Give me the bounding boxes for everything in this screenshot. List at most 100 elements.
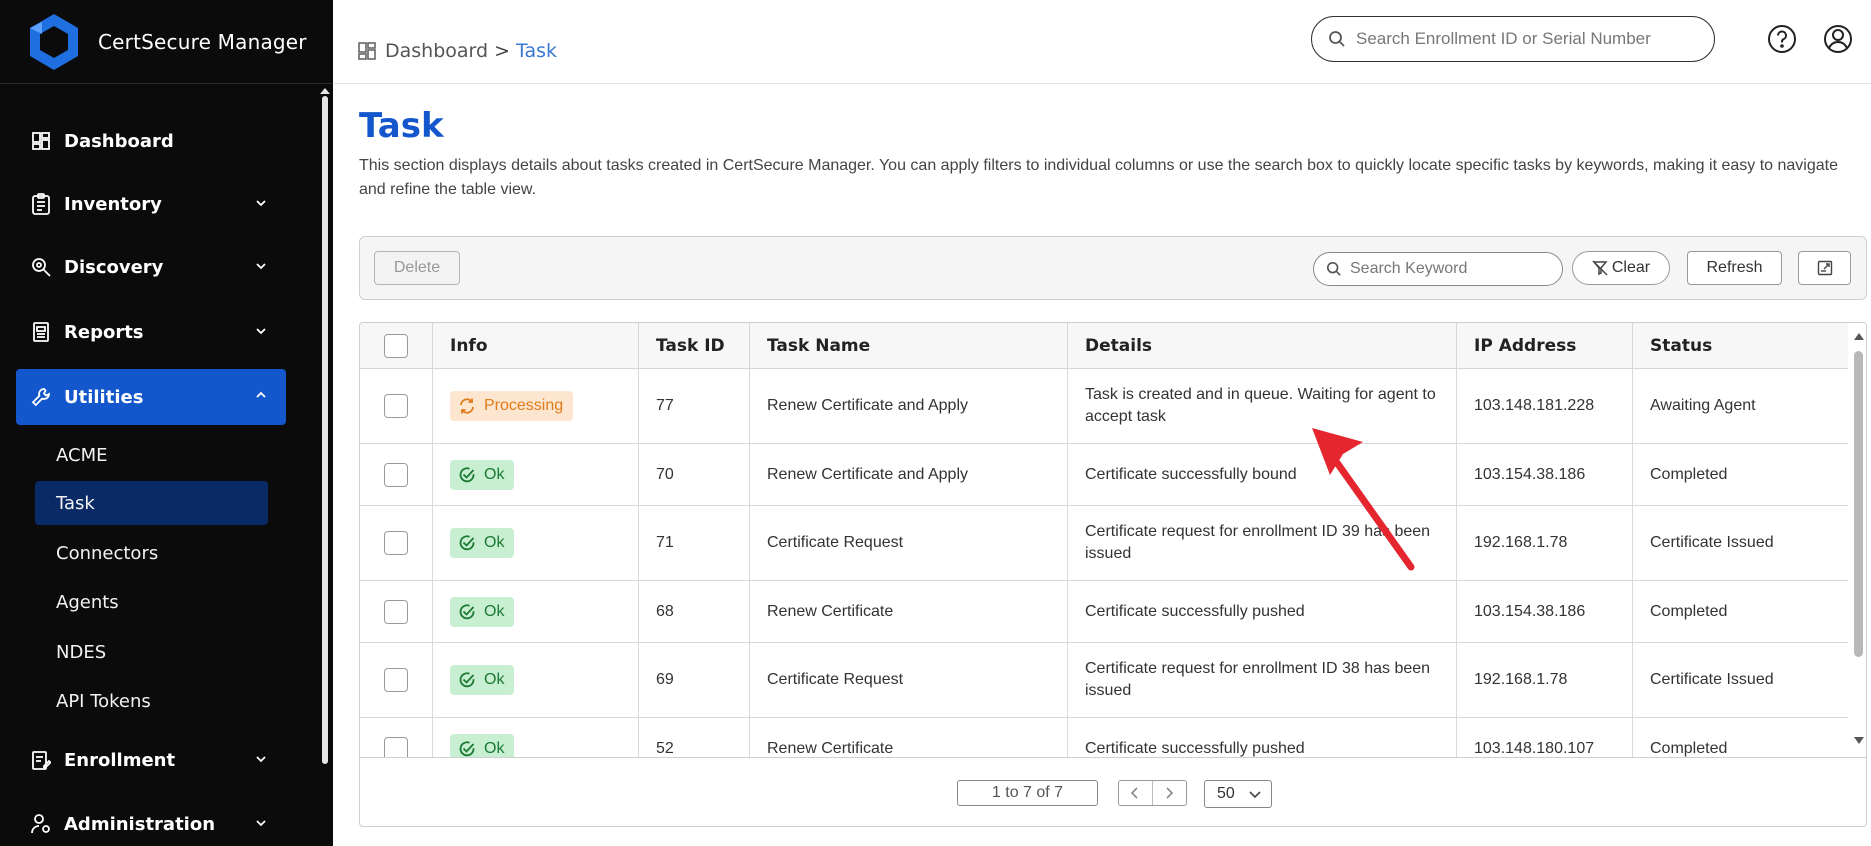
refresh-button[interactable]: Refresh <box>1687 251 1782 285</box>
status-cell: Completed <box>1650 739 1728 757</box>
scroll-down-icon[interactable] <box>1854 737 1864 744</box>
column-header-status[interactable]: Status <box>1633 323 1848 369</box>
row-select-cell <box>360 718 433 757</box>
page-size-select[interactable]: 50 <box>1204 780 1272 808</box>
row-checkbox[interactable] <box>384 599 408 624</box>
scrollbar-thumb[interactable] <box>1854 351 1863 657</box>
sidebar-item-reports[interactable]: Reports <box>16 305 286 359</box>
pagination-buttons <box>1118 780 1187 806</box>
certsecure-logo-icon <box>30 13 78 70</box>
chevron-up-icon <box>256 391 266 398</box>
info-cell: Ok <box>433 718 639 757</box>
dashboard-icon <box>30 130 52 152</box>
column-header-label: Task Name <box>767 336 871 356</box>
table-row[interactable]: Processing 77 Renew Certificate and Appl… <box>360 369 1848 444</box>
task-name-cell: Certificate Request <box>750 643 1068 717</box>
info-cell: Ok <box>433 643 639 717</box>
sidebar-subitem-ndes[interactable]: NDES <box>35 630 268 674</box>
brand[interactable]: CertSecure Manager <box>0 0 333 84</box>
ip-address-cell: 103.148.180.107 <box>1457 718 1633 757</box>
sidebar-item-label: Utilities <box>64 386 144 408</box>
task-id-cell: 69 <box>639 643 750 717</box>
status-badge-ok: Ok <box>450 733 515 757</box>
table-scrollbar[interactable] <box>1850 323 1866 757</box>
info-cell: Ok <box>433 506 639 580</box>
export-button[interactable] <box>1798 251 1851 285</box>
row-select-cell <box>360 444 433 505</box>
prev-page-button[interactable] <box>1119 781 1153 805</box>
badge-label: Ok <box>484 465 505 483</box>
details-cell: Certificate successfully pushed <box>1068 718 1457 757</box>
sidebar-subitem-label: Task <box>56 492 95 514</box>
sidebar-subitem-connectors[interactable]: Connectors <box>35 531 268 575</box>
column-header-details[interactable]: Details <box>1068 323 1457 369</box>
column-header-label: Info <box>450 336 488 356</box>
sidebar-scroll-up-icon[interactable] <box>320 88 330 94</box>
table-row[interactable]: Ok 70 Renew Certificate and Apply Certif… <box>360 444 1848 506</box>
badge-label: Ok <box>484 534 505 551</box>
sidebar-item-inventory[interactable]: Inventory <box>16 177 286 231</box>
column-header-info[interactable]: Info <box>433 323 639 369</box>
row-checkbox[interactable] <box>384 531 408 555</box>
ip-address-cell: 103.154.38.186 <box>1457 581 1633 642</box>
column-header-task-name[interactable]: Task Name <box>750 323 1068 369</box>
sidebar-item-utilities[interactable]: Utilities <box>16 369 286 425</box>
row-checkbox[interactable] <box>384 462 408 487</box>
sidebar-subitem-agents[interactable]: Agents <box>35 580 268 624</box>
sidebar: CertSecure Manager Dashboard Inventory D… <box>0 0 333 846</box>
clear-filter-button[interactable]: Clear <box>1572 251 1670 285</box>
table-row[interactable]: Ok 52 Renew Certificate Certificate succ… <box>360 718 1848 757</box>
page-description: This section displays details about task… <box>359 157 1838 198</box>
details-cell: Certificate successfully pushed <box>1068 581 1457 642</box>
sidebar-item-dashboard[interactable]: Dashboard <box>16 114 286 168</box>
task-name-cell: Renew Certificate <box>750 718 1068 757</box>
breadcrumb-current: Task <box>516 40 558 62</box>
column-header-task-id[interactable]: Task ID <box>639 323 750 369</box>
user-gear-icon <box>30 813 52 835</box>
sidebar-item-discovery[interactable]: Discovery <box>16 240 286 294</box>
user-profile-icon[interactable] <box>1823 24 1853 54</box>
breadcrumb-dashboard-link[interactable]: Dashboard <box>385 40 488 62</box>
help-icon[interactable] <box>1767 24 1797 54</box>
enrollment-search-input[interactable] <box>1356 29 1696 49</box>
details-cell: Certificate request for enrollment ID 38… <box>1068 643 1457 717</box>
row-checkbox[interactable] <box>384 668 408 692</box>
chevron-left-icon <box>1131 787 1138 799</box>
sidebar-subitem-acme[interactable]: ACME <box>35 433 268 477</box>
refresh-button-label: Refresh <box>1706 259 1763 276</box>
row-checkbox[interactable] <box>384 736 408 757</box>
status-badge-processing: Processing <box>450 391 574 421</box>
enrollment-search-box[interactable] <box>1311 16 1715 62</box>
sidebar-subitem-task[interactable]: Task <box>35 481 268 525</box>
table-row[interactable]: Ok 68 Renew Certificate Certificate succ… <box>360 581 1848 643</box>
chevron-down-icon <box>1249 791 1261 799</box>
chevron-down-icon <box>256 263 266 270</box>
sidebar-item-enrollment[interactable]: Enrollment <box>16 733 286 787</box>
ip-address-cell: 103.154.38.186 <box>1457 444 1633 505</box>
table-row[interactable]: Ok 69 Certificate Request Certificate re… <box>360 643 1848 718</box>
dashboard-icon <box>358 42 376 60</box>
sidebar-subitem-label: Agents <box>56 591 119 613</box>
sidebar-subitem-api-tokens[interactable]: API Tokens <box>35 679 268 723</box>
badge-label: Ok <box>484 602 505 620</box>
status-badge-ok: Ok <box>450 528 515 558</box>
status-cell: Awaiting Agent <box>1650 397 1756 414</box>
sidebar-item-label: Enrollment <box>64 749 176 771</box>
sidebar-item-label: Reports <box>64 321 144 343</box>
select-all-checkbox[interactable] <box>384 334 408 358</box>
wrench-icon <box>30 386 52 408</box>
sidebar-item-administration[interactable]: Administration <box>16 797 286 846</box>
delete-button[interactable]: Delete <box>374 251 460 285</box>
table-row[interactable]: Ok 71 Certificate Request Certificate re… <box>360 506 1848 581</box>
sidebar-scrollbar[interactable] <box>322 96 328 764</box>
badge-label: Ok <box>484 671 505 688</box>
table-toolbar: Delete Clear Refresh <box>359 236 1867 300</box>
keyword-search-box[interactable] <box>1313 252 1563 286</box>
column-header-ip-address[interactable]: IP Address <box>1457 323 1633 369</box>
next-page-button[interactable] <box>1153 781 1187 805</box>
row-checkbox[interactable] <box>384 394 408 418</box>
scroll-up-icon[interactable] <box>1854 333 1864 340</box>
check-circle-icon <box>459 603 475 619</box>
row-select-cell <box>360 643 433 717</box>
keyword-search-input[interactable] <box>1350 260 1550 278</box>
